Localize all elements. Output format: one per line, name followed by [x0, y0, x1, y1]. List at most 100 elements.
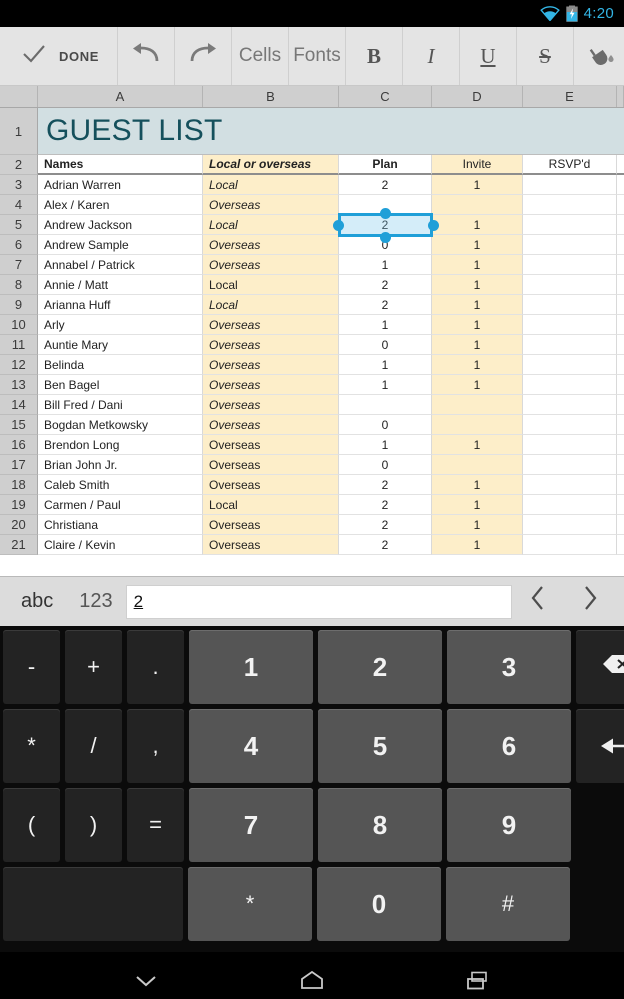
cell-b20[interactable]: Overseas — [203, 515, 339, 535]
row-header-16[interactable]: 16 — [0, 435, 38, 455]
cell-c3[interactable]: 2 — [339, 175, 432, 195]
cell-e8[interactable] — [523, 275, 617, 295]
cell-a6[interactable]: Andrew Sample — [38, 235, 203, 255]
cell-d12[interactable]: 1 — [432, 355, 523, 375]
cell-d15[interactable] — [432, 415, 523, 435]
table-row[interactable]: 8 Annie / Matt Local 2 1 — [0, 275, 624, 295]
cell-f17[interactable] — [617, 455, 624, 475]
table-row[interactable]: 4 Alex / Karen Overseas — [0, 195, 624, 215]
row-header-18[interactable]: 18 — [0, 475, 38, 495]
cell-e10[interactable] — [523, 315, 617, 335]
cell-f14[interactable] — [617, 395, 624, 415]
cell-b15[interactable]: Overseas — [203, 415, 339, 435]
cell-c9[interactable]: 2 — [339, 295, 432, 315]
row-header-20[interactable]: 20 — [0, 515, 38, 535]
key-enter[interactable]: ... — [576, 709, 624, 783]
cell-e17[interactable] — [523, 455, 617, 475]
cell-e11[interactable] — [523, 335, 617, 355]
cell-e19[interactable] — [523, 495, 617, 515]
row-header-10[interactable]: 10 — [0, 315, 38, 335]
cell-d9[interactable]: 1 — [432, 295, 523, 315]
cell-c21[interactable]: 2 — [339, 535, 432, 555]
cell-a17[interactable]: Brian John Jr. — [38, 455, 203, 475]
selection-handle-bottom[interactable] — [380, 231, 391, 243]
cell-f3[interactable] — [617, 175, 624, 195]
table-row[interactable]: 15 Bogdan Metkowsky Overseas 0 — [0, 415, 624, 435]
cell-d14[interactable] — [432, 395, 523, 415]
row-header-9[interactable]: 9 — [0, 295, 38, 315]
key-6[interactable]: 6 — [447, 709, 571, 783]
cell-b8[interactable]: Local — [203, 275, 339, 295]
fill-color-button[interactable] — [574, 27, 624, 85]
cell-f2[interactable] — [617, 155, 624, 175]
key-7[interactable]: 7 — [189, 788, 313, 862]
cell-e6[interactable] — [523, 235, 617, 255]
bold-button[interactable]: B — [346, 27, 403, 85]
cell-d11[interactable]: 1 — [432, 335, 523, 355]
table-row[interactable]: 6 Andrew Sample Overseas 0 1 — [0, 235, 624, 255]
cell-d19[interactable]: 1 — [432, 495, 523, 515]
key-)[interactable]: ) — [65, 788, 122, 862]
row-header-11[interactable]: 11 — [0, 335, 38, 355]
cell-a19[interactable]: Carmen / Paul — [38, 495, 203, 515]
cell-e21[interactable] — [523, 535, 617, 555]
table-row[interactable]: 13 Ben Bagel Overseas 1 1 — [0, 375, 624, 395]
cell-b16[interactable]: Overseas — [203, 435, 339, 455]
row-header-19[interactable]: 19 — [0, 495, 38, 515]
cell-b2[interactable]: Local or overseas — [203, 155, 339, 175]
key-space-key[interactable] — [3, 867, 183, 941]
row-header-2[interactable]: 2 — [0, 155, 38, 175]
column-header-c[interactable]: C — [339, 86, 432, 107]
home-button[interactable] — [284, 963, 340, 999]
cell-e18[interactable] — [523, 475, 617, 495]
column-header-b[interactable]: B — [203, 86, 339, 107]
cells-button[interactable]: Cells — [232, 27, 289, 85]
cell-b13[interactable]: Overseas — [203, 375, 339, 395]
cell-a10[interactable]: Arly — [38, 315, 203, 335]
cell-a14[interactable]: Bill Fred / Dani — [38, 395, 203, 415]
row-header-13[interactable]: 13 — [0, 375, 38, 395]
key-2[interactable]: 2 — [318, 630, 442, 704]
recent-apps-button[interactable] — [450, 963, 506, 999]
table-row[interactable]: 11 Auntie Mary Overseas 0 1 — [0, 335, 624, 355]
key-9[interactable]: 9 — [447, 788, 571, 862]
cell-d6[interactable]: 1 — [432, 235, 523, 255]
row-header-5[interactable]: 5 — [0, 215, 38, 235]
cell-d18[interactable]: 1 — [432, 475, 523, 495]
cell-b7[interactable]: Overseas — [203, 255, 339, 275]
cell-a9[interactable]: Arianna Huff — [38, 295, 203, 315]
column-header-e[interactable]: E — [523, 86, 617, 107]
cell-a4[interactable]: Alex / Karen — [38, 195, 203, 215]
key-1[interactable]: 1 — [189, 630, 313, 704]
cell-e3[interactable] — [523, 175, 617, 195]
table-row[interactable]: 1 GUEST LIST — [0, 108, 624, 155]
strikethrough-button[interactable]: S — [517, 27, 574, 85]
next-cell-button[interactable] — [564, 585, 616, 618]
cell-c18[interactable]: 2 — [339, 475, 432, 495]
cell-b14[interactable]: Overseas — [203, 395, 339, 415]
cell-f7[interactable] — [617, 255, 624, 275]
cell-d13[interactable]: 1 — [432, 375, 523, 395]
cell-e12[interactable] — [523, 355, 617, 375]
cell-c19[interactable]: 2 — [339, 495, 432, 515]
key-#[interactable]: # — [446, 867, 570, 941]
cell-a5[interactable]: Andrew Jackson — [38, 215, 203, 235]
cell-e2[interactable]: RSVP'd — [523, 155, 617, 175]
cell-e9[interactable] — [523, 295, 617, 315]
column-header-a[interactable]: A — [38, 86, 203, 107]
row-header-3[interactable]: 3 — [0, 175, 38, 195]
cell-c2[interactable]: Plan — [339, 155, 432, 175]
cell-a2[interactable]: Names — [38, 155, 203, 175]
cell-e15[interactable] — [523, 415, 617, 435]
cell-c13[interactable]: 1 — [339, 375, 432, 395]
cell-b5[interactable]: Local — [203, 215, 339, 235]
key-.[interactable]: . — [127, 630, 184, 704]
cell-b3[interactable]: Local — [203, 175, 339, 195]
cell-d16[interactable]: 1 — [432, 435, 523, 455]
fonts-button[interactable]: Fonts — [289, 27, 346, 85]
cell-c17[interactable]: 0 — [339, 455, 432, 475]
cell-d17[interactable] — [432, 455, 523, 475]
cell-f10[interactable] — [617, 315, 624, 335]
key-*[interactable]: * — [3, 709, 60, 783]
key-0[interactable]: 0 — [317, 867, 441, 941]
